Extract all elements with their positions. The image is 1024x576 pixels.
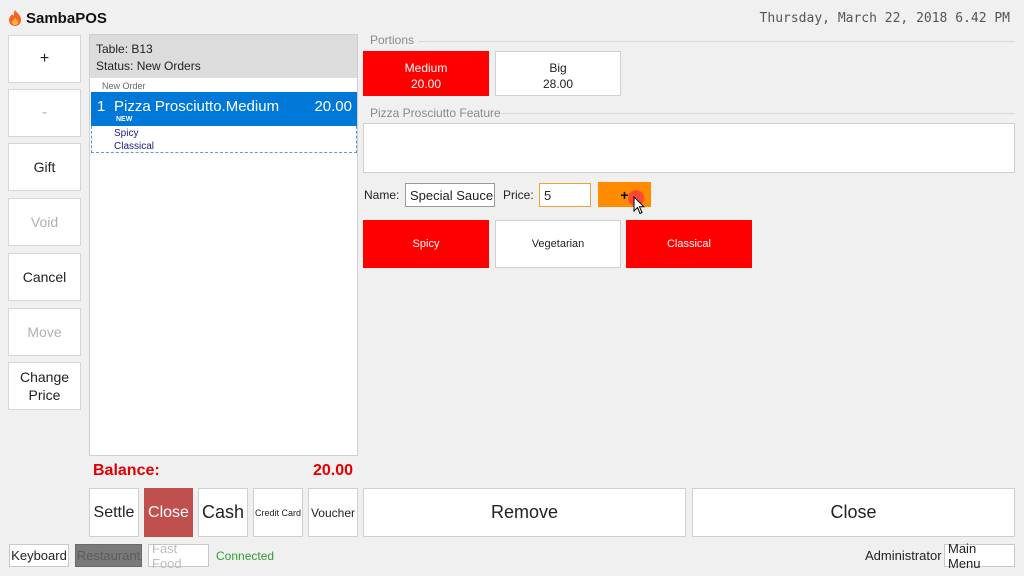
voucher-button[interactable]: Voucher (308, 488, 358, 537)
void-button[interactable]: Void (8, 198, 81, 246)
gift-button[interactable]: Gift (8, 143, 81, 191)
feature-section-label: Pizza Prosciutto Feature (370, 106, 501, 120)
balance-value: 20.00 (312, 462, 353, 479)
move-label: Move (27, 324, 62, 340)
minus-label: - (41, 104, 48, 121)
move-button[interactable]: Move (8, 308, 81, 356)
increase-quantity-button[interactable]: + (8, 35, 81, 83)
tag-classical-button[interactable]: Classical (626, 220, 752, 268)
ticket-panel: Table: B13 Status: New Orders New Order … (89, 34, 358, 456)
change-price-label-line2: Price (28, 387, 61, 403)
portion-medium-button[interactable]: Medium 20.00 (363, 51, 489, 96)
order-price: 20.00 (314, 98, 352, 115)
balance-label: Balance: (93, 462, 160, 479)
price-label: Price: (503, 188, 534, 202)
tag-label: Spicy (412, 238, 440, 250)
order-new-badge: NEW (116, 116, 133, 123)
fast-food-button[interactable]: Fast Food (148, 541, 209, 571)
portion-price: 20.00 (410, 77, 442, 91)
portions-section-label: Portions (370, 33, 415, 47)
tag-name-input[interactable] (405, 183, 495, 207)
remove-button[interactable]: Remove (363, 488, 686, 537)
keyboard-button[interactable]: Keyboard (9, 544, 69, 567)
close-ticket-button[interactable]: Close (144, 488, 193, 537)
order-tag: Classical (114, 141, 155, 152)
order-quantity: 1 (97, 98, 106, 115)
main-menu-button[interactable]: Main Menu (944, 541, 1015, 571)
cash-label: Cash (201, 502, 245, 522)
order-tags: Spicy Classical (91, 126, 357, 153)
void-label: Void (30, 214, 59, 230)
portion-name: Medium (404, 61, 448, 75)
ticket-header: Table: B13 Status: New Orders (90, 35, 357, 78)
tag-price-input[interactable] (539, 183, 591, 207)
datetime-display: Thursday, March 22, 2018 6.42 PM (759, 11, 1010, 26)
keyboard-label: Keyboard (11, 548, 67, 563)
fast-food-label: Fast Food (152, 540, 182, 571)
ticket-status: Status: New Orders (96, 59, 201, 73)
app-title: SambaPOS (26, 10, 107, 27)
tag-vegetarian-button[interactable]: Vegetarian (495, 220, 621, 268)
restaurant-button[interactable]: Restaurant (75, 544, 142, 567)
portion-name: Big (549, 61, 567, 75)
decrease-quantity-button[interactable]: - (8, 89, 81, 137)
user-name: Administrator (865, 548, 942, 563)
plus-label: + (39, 50, 50, 67)
settle-label: Settle (93, 503, 135, 521)
credit-card-label: Credit Card (254, 507, 301, 518)
ticket-table: Table: B13 (96, 42, 153, 56)
tag-spicy-button[interactable]: Spicy (363, 220, 489, 268)
close-button[interactable]: Close (692, 488, 1015, 537)
portion-big-button[interactable]: Big 28.00 (495, 51, 621, 96)
close-ticket-label: Close (148, 503, 189, 521)
sambapos-flame-icon (9, 10, 21, 26)
tag-label: Classical (666, 238, 711, 250)
gift-label: Gift (33, 159, 56, 175)
change-price-button[interactable]: Change Price (8, 362, 81, 410)
feature-area (363, 123, 1015, 173)
mouse-pointer-icon (633, 196, 645, 215)
portion-price: 28.00 (542, 77, 574, 91)
name-label: Name: (364, 188, 400, 202)
new-order-label: New Order (102, 81, 146, 91)
order-tag: Spicy (114, 128, 139, 139)
connection-status: Connected (216, 549, 275, 563)
order-line-item[interactable]: 1 Pizza Prosciutto.Medium 20.00 NEW (91, 92, 357, 126)
voucher-label: Voucher (310, 505, 356, 520)
settle-button[interactable]: Settle (89, 488, 139, 537)
cancel-label: Cancel (22, 269, 67, 285)
change-price-label-line1: Change (19, 369, 70, 385)
order-name: Pizza Prosciutto.Medium (114, 98, 280, 115)
credit-card-button[interactable]: Credit Card (253, 488, 303, 537)
main-menu-label: Main Menu (948, 540, 981, 571)
tag-label: Vegetarian (531, 238, 585, 250)
restaurant-label: Restaurant (76, 548, 141, 563)
cancel-button[interactable]: Cancel (8, 253, 81, 301)
feature-divider (500, 113, 1015, 114)
close-label: Close (830, 502, 877, 522)
portions-divider (418, 41, 1015, 42)
cash-button[interactable]: Cash (198, 488, 248, 537)
remove-label: Remove (490, 502, 559, 522)
